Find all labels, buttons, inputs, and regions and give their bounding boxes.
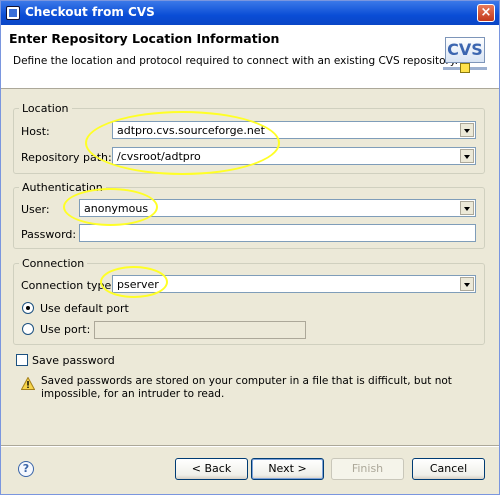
connection-type-value: pserver <box>117 278 159 291</box>
finish-button[interactable]: Finish <box>331 458 404 480</box>
close-button[interactable]: × <box>477 4 495 22</box>
warning-icon <box>21 377 35 390</box>
help-icon[interactable]: ? <box>18 461 34 477</box>
back-button[interactable]: < Back <box>175 458 248 480</box>
app-icon <box>6 6 20 20</box>
repository-path-combo[interactable]: /cvsroot/adtpro <box>112 147 476 165</box>
user-value: anonymous <box>84 202 149 215</box>
repository-path-value: /cvsroot/adtpro <box>117 150 201 163</box>
port-field[interactable] <box>94 321 306 339</box>
cvs-logo-text: CVS <box>445 37 485 63</box>
repository-path-dropdown-arrow-icon[interactable] <box>460 149 474 163</box>
connection-legend: Connection <box>22 257 85 270</box>
save-password-label[interactable]: Save password <box>32 354 115 367</box>
title-bar[interactable]: Checkout from CVS × <box>1 1 499 25</box>
use-port-radio[interactable] <box>22 323 34 335</box>
location-legend: Location <box>22 102 69 115</box>
repository-path-label: Repository path: <box>21 151 112 164</box>
user-dropdown-arrow-icon[interactable] <box>460 201 474 215</box>
use-default-port-radio[interactable] <box>22 302 34 314</box>
connection-type-label: Connection type: <box>21 279 116 292</box>
cvs-logo-icon: CVS <box>443 35 487 79</box>
connection-type-dropdown-arrow-icon[interactable] <box>460 277 474 291</box>
footer-separator <box>1 445 499 447</box>
host-combo[interactable]: adtpro.cvs.sourceforge.net <box>112 121 476 139</box>
wizard-header: Enter Repository Location Information De… <box>1 25 499 89</box>
host-value: adtpro.cvs.sourceforge.net <box>117 124 265 137</box>
use-port-label[interactable]: Use port: <box>40 323 90 336</box>
save-password-warning: Saved passwords are stored on your compu… <box>41 375 452 400</box>
host-dropdown-arrow-icon[interactable] <box>460 123 474 137</box>
page-description: Define the location and protocol require… <box>13 55 458 67</box>
password-field[interactable] <box>79 224 476 242</box>
checkout-dialog: Checkout from CVS × Enter Repository Loc… <box>0 0 500 495</box>
next-button[interactable]: Next > <box>251 458 324 480</box>
user-combo[interactable]: anonymous <box>79 199 476 217</box>
save-password-checkbox[interactable] <box>16 354 28 366</box>
authentication-legend: Authentication <box>22 181 103 194</box>
connection-type-combo[interactable]: pserver <box>112 275 476 293</box>
user-label: User: <box>21 203 50 216</box>
password-label: Password: <box>21 228 77 241</box>
window-title: Checkout from CVS <box>25 5 155 19</box>
use-default-port-label[interactable]: Use default port <box>40 302 129 315</box>
page-title: Enter Repository Location Information <box>9 31 280 46</box>
host-label: Host: <box>21 125 50 138</box>
cancel-button[interactable]: Cancel <box>412 458 485 480</box>
